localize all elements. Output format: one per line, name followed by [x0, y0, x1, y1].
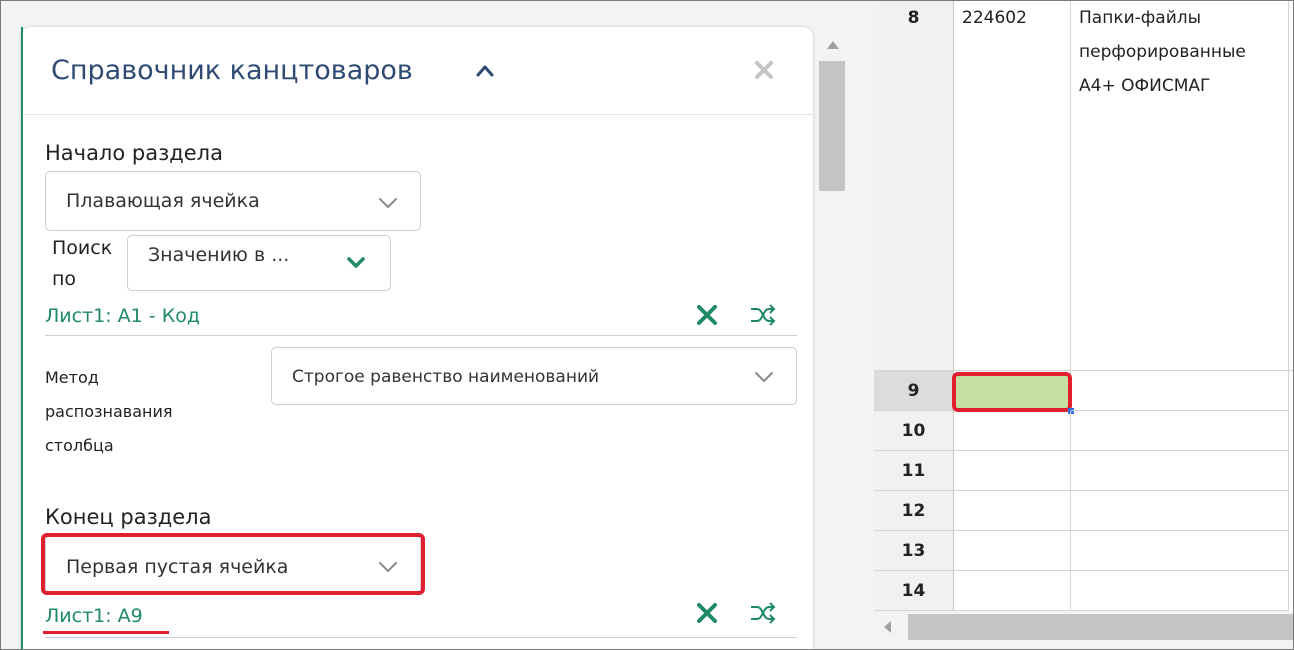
- cell[interactable]: [1071, 491, 1289, 531]
- cell-c8[interactable]: [1289, 1, 1293, 371]
- cell[interactable]: [954, 451, 1071, 491]
- cell[interactable]: [954, 571, 1071, 611]
- start-type-select[interactable]: Плавающая ячейка: [45, 171, 421, 231]
- panel-title: Справочник канцтоваров: [51, 55, 413, 86]
- search-by-value: Значению в ...: [148, 244, 290, 266]
- section-start-label: Начало раздела: [45, 141, 223, 165]
- cell[interactable]: [954, 411, 1071, 451]
- panel-scrollbar[interactable]: [817, 27, 849, 649]
- divider: [45, 335, 797, 336]
- cell[interactable]: [954, 531, 1071, 571]
- divider: [45, 637, 797, 638]
- cell-b8[interactable]: Папки-файлы перфорированные А4+ ОФИСМАГ: [1071, 1, 1289, 371]
- panel-header: Справочник канцтоваров: [23, 27, 813, 115]
- window-frame: Справочник канцтоваров Начало раздела Пл…: [0, 0, 1294, 650]
- cell[interactable]: [1071, 411, 1289, 451]
- method-select[interactable]: Строгое равенство наименований: [271, 347, 797, 405]
- spreadsheet-grid: 8 224602 Папки-файлы перфорированные А4+…: [874, 1, 1293, 649]
- scrollbar-thumb[interactable]: [908, 614, 1293, 640]
- shuffle-icon[interactable]: [749, 301, 777, 329]
- end-cell-reference[interactable]: Лист1: A9: [45, 605, 143, 627]
- selected-cell-highlight: [952, 372, 1072, 412]
- cell-a8[interactable]: 224602: [954, 1, 1071, 371]
- row-header[interactable]: 8: [874, 1, 954, 371]
- chevron-down-icon: [379, 198, 397, 208]
- x-icon[interactable]: [693, 301, 721, 329]
- row-header[interactable]: 9: [874, 371, 954, 411]
- cell-b9[interactable]: [1071, 371, 1289, 411]
- cell[interactable]: [1071, 571, 1289, 611]
- chevron-up-icon[interactable]: [475, 61, 495, 81]
- x-icon[interactable]: [693, 599, 721, 627]
- close-icon[interactable]: [753, 59, 775, 81]
- row-header[interactable]: 12: [874, 491, 954, 531]
- scrollbar-thumb[interactable]: [819, 61, 845, 191]
- chevron-down-icon: [755, 372, 773, 382]
- start-cell-reference[interactable]: Лист1: A1 - Код: [45, 305, 200, 327]
- search-by-label: Поиск по: [52, 237, 113, 290]
- row-header[interactable]: 13: [874, 531, 954, 571]
- cell[interactable]: [1071, 451, 1289, 491]
- search-by-select[interactable]: Значению в ...: [127, 235, 391, 291]
- method-label: Метод распознавания столбца: [45, 368, 173, 455]
- method-value: Строгое равенство наименований: [292, 367, 600, 387]
- start-type-value: Плавающая ячейка: [66, 190, 260, 212]
- row-header[interactable]: 10: [874, 411, 954, 451]
- row-header[interactable]: 14: [874, 571, 954, 611]
- shuffle-icon[interactable]: [749, 599, 777, 627]
- end-ref-underline: [43, 631, 169, 634]
- sheet-horizontal-scrollbar[interactable]: [874, 611, 1293, 649]
- scroll-up-arrow[interactable]: [827, 41, 839, 49]
- row-header[interactable]: 11: [874, 451, 954, 491]
- cell[interactable]: [954, 491, 1071, 531]
- settings-panel: Справочник канцтоваров Начало раздела Пл…: [21, 27, 813, 649]
- panel-accent-bar: [21, 27, 23, 649]
- chevron-down-icon: [347, 257, 365, 268]
- section-end-label: Конец раздела: [45, 505, 212, 529]
- scroll-left-arrow[interactable]: [884, 621, 891, 633]
- end-type-highlight: [41, 533, 425, 595]
- cell[interactable]: [1071, 531, 1289, 571]
